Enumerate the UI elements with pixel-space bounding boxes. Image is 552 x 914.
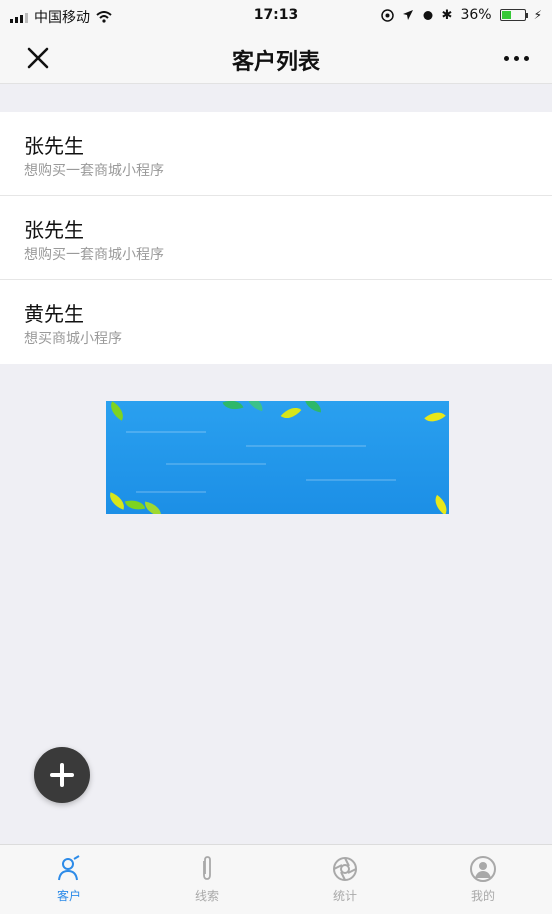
- battery-percent: 36%: [460, 7, 492, 23]
- add-customer-button[interactable]: [34, 747, 90, 803]
- tab-customers[interactable]: 客户: [0, 845, 138, 914]
- leaf-icon: [430, 494, 449, 514]
- status-right: ✱ 36% ⚡: [380, 7, 542, 23]
- more-dot-icon: [503, 55, 509, 61]
- battery-icon: [499, 9, 528, 21]
- tab-leads[interactable]: 线索: [138, 845, 276, 914]
- leaf-icon: [222, 401, 244, 414]
- tab-statistics[interactable]: 统计: [276, 845, 414, 914]
- tab-profile[interactable]: 我的: [414, 845, 552, 914]
- tab-label: 统计: [332, 889, 357, 903]
- customer-list: 张先生 想购买一套商城小程序 张先生 想购买一套商城小程序 黄先生 想买商城小程…: [0, 112, 552, 364]
- leaf-icon: [124, 496, 146, 514]
- user-icon: [58, 855, 80, 881]
- profile-icon: [470, 856, 496, 882]
- leaf-icon: [244, 401, 266, 412]
- customer-description: 想购买一套商城小程序: [24, 247, 164, 263]
- leaf-icon: [424, 406, 446, 428]
- location-lock-icon: [380, 8, 394, 22]
- tab-label: 线索: [194, 889, 219, 903]
- more-dot-icon: [523, 55, 529, 61]
- customer-item[interactable]: 张先生 想购买一套商城小程序: [0, 112, 552, 196]
- leaf-icon: [143, 501, 163, 514]
- status-bar: 中国移动 17:13 ✱ 36% ⚡: [0, 0, 552, 32]
- customer-name: 张先生: [24, 218, 84, 242]
- page-title: 客户列表: [231, 50, 320, 75]
- customer-name: 黄先生: [24, 302, 84, 326]
- aperture-icon: [333, 857, 357, 881]
- alarm-icon: [423, 11, 433, 20]
- leaf-icon: [280, 402, 302, 424]
- tab-label: 客户: [56, 889, 81, 903]
- charging-icon: ⚡: [533, 8, 542, 22]
- customer-item[interactable]: 张先生 想购买一套商城小程序: [0, 196, 552, 280]
- leaf-icon: [303, 401, 323, 413]
- customer-item[interactable]: 黄先生 想买商城小程序: [0, 280, 552, 364]
- nav-bar: 客户列表: [0, 32, 552, 84]
- tab-label: 我的: [470, 889, 495, 903]
- leaf-icon: [106, 401, 128, 421]
- customer-description: 想买商城小程序: [24, 331, 122, 347]
- customer-name: 张先生: [24, 134, 84, 158]
- customer-description: 想购买一套商城小程序: [24, 163, 164, 179]
- paperclip-icon: [203, 856, 211, 880]
- plus-icon: [60, 763, 64, 787]
- tab-bar: 客户 线索 统计 我的: [0, 844, 552, 914]
- more-dot-icon: [513, 55, 519, 61]
- location-arrow-icon: [402, 10, 413, 20]
- more-button[interactable]: [498, 44, 534, 72]
- bluetooth-icon: ✱: [441, 7, 453, 23]
- banner-image: [106, 401, 449, 514]
